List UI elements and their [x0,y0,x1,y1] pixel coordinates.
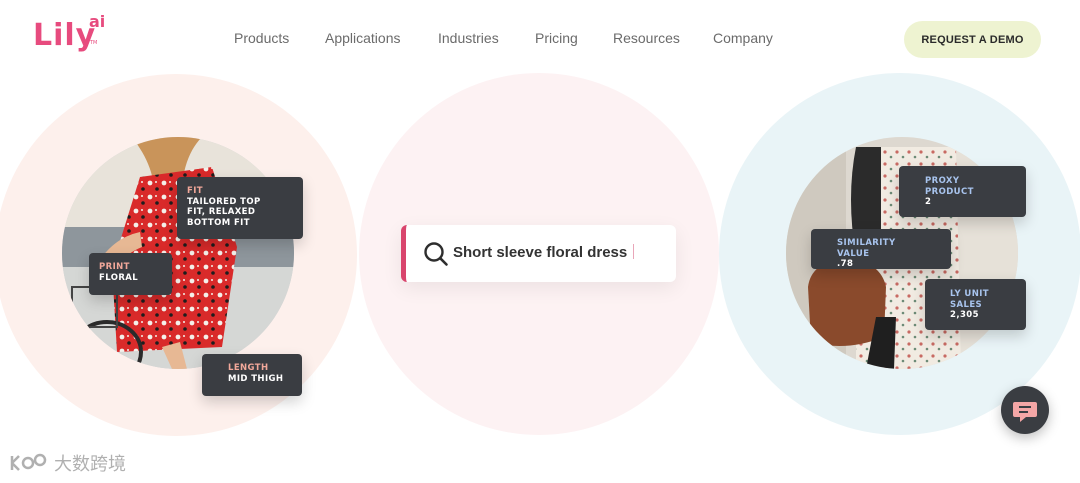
proxy-product-key: PROXY PRODUCT [925,176,974,197]
print-tag: PRINT FLORAL [89,253,172,295]
print-tag-key: PRINT [99,262,130,272]
fit-tag-key: FIT [187,186,203,196]
logo-wordmark: Lily [33,18,97,53]
nav-industries[interactable]: Industries [438,30,499,46]
text-caret [633,244,635,259]
logo-trademark: TM [90,40,98,46]
proxy-product-value: 2 [925,197,932,207]
chat-button[interactable] [1001,386,1049,434]
length-tag-value: MID THIGH [228,373,284,384]
ly-unit-sales-key: LY UNIT SALES [950,289,989,310]
nav-pricing[interactable]: Pricing [535,30,578,46]
nav-applications[interactable]: Applications [325,30,401,46]
watermark: 大数跨境 [8,450,126,476]
nav-resources[interactable]: Resources [613,30,680,46]
length-tag-key: LENGTH [228,363,269,373]
proxy-product-tag: PROXY PRODUCT 2 [899,166,1026,217]
print-tag-value: FLORAL [99,272,139,283]
similarity-value-tag: SIMILARITY VALUE .78 [811,229,951,269]
ly-unit-sales-value: 2,305 [950,310,979,320]
request-demo-button[interactable]: REQUEST A DEMO [904,21,1041,58]
ly-unit-sales-tag: LY UNIT SALES 2,305 [925,279,1026,330]
search-query: Short sleeve floral dress [453,244,628,261]
brand-logo[interactable]: Lily ai TM [33,12,113,62]
search-icon [424,242,448,266]
watermark-logo-icon [10,453,47,471]
length-tag: LENGTH MID THIGH [202,354,302,396]
chat-icon [1013,402,1037,422]
nav-products[interactable]: Products [234,30,289,46]
page: Lily ai TM Products Applications Industr… [0,0,1080,483]
similarity-value-value: .78 [837,259,854,269]
nav-company[interactable]: Company [713,30,773,46]
search-input[interactable]: Short sleeve floral dress [453,244,635,261]
fit-tag: FIT TAILORED TOP FIT, RELAXED BOTTOM FIT [177,177,303,239]
fit-tag-value: TAILORED TOP FIT, RELAXED BOTTOM FIT [187,196,261,228]
search-box[interactable]: Short sleeve floral dress [401,225,676,282]
similarity-value-key: SIMILARITY VALUE [837,238,896,259]
watermark-text: 大数跨境 [54,454,126,475]
logo-superscript: ai [89,12,106,31]
